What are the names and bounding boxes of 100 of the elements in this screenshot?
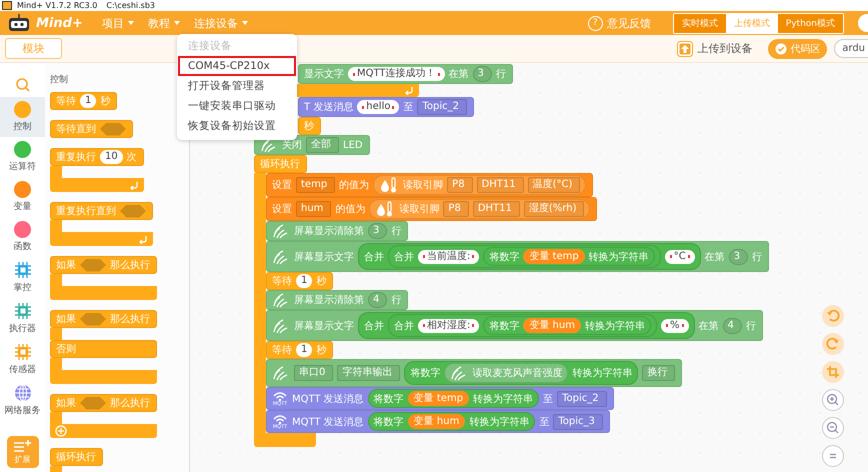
condition-slot[interactable]: [80, 312, 106, 326]
dropdown[interactable]: P8: [443, 201, 469, 217]
code-block[interactable]: 循环执行: [50, 448, 103, 466]
dropdown[interactable]: DHT11: [476, 177, 524, 193]
dropdown[interactable]: hum: [296, 201, 332, 217]
dropdown[interactable]: P8: [447, 177, 473, 193]
menu-item[interactable]: 打开设备管理器: [178, 76, 296, 96]
text-input[interactable]: 相对湿度:: [418, 318, 480, 332]
dropdown[interactable]: 字符串输出: [337, 365, 400, 381]
blocks-tab[interactable]: 模块: [5, 38, 62, 59]
category-button[interactable]: 网络服务: [0, 380, 45, 421]
code-block[interactable]: 关闭 全部 LED: [254, 135, 370, 155]
condition-slot[interactable]: [120, 204, 146, 218]
category-button[interactable]: 掌控: [0, 257, 45, 298]
dropdown[interactable]: 串口0: [294, 365, 334, 381]
category-button[interactable]: 传感器: [0, 339, 45, 380]
reporter-block[interactable]: 合并 合并 当前温度: 将数字 变量 temp 转换为字符串 °C: [358, 243, 701, 270]
reporter-block[interactable]: 将数字 变量 temp 转换为字符串: [368, 389, 540, 408]
dropdown[interactable]: 温度(°C): [528, 177, 580, 193]
text-input[interactable]: %: [660, 318, 688, 332]
text-input[interactable]: MQTT连接成功！: [348, 67, 445, 81]
dropdown[interactable]: Topic_2: [417, 99, 467, 115]
dropdown[interactable]: DHT11: [472, 201, 520, 217]
code-block[interactable]: 屏幕显示文字 合并 合并 当前温度: 将数字 变量 temp 转换为字符串 °C 在第 3 行: [266, 241, 770, 272]
dropdown[interactable]: 4: [368, 292, 388, 308]
dropdown[interactable]: 4: [722, 318, 742, 334]
code-block[interactable]: 如果 那么执行: [50, 256, 157, 274]
mode-tab[interactable]: 实时模式: [674, 14, 726, 32]
reporter-block[interactable]: 将数字 读取麦克风声音强度 转换为字符串: [404, 361, 638, 385]
category-button[interactable]: 运算符: [0, 137, 45, 177]
crop-icon[interactable]: [822, 361, 844, 383]
upload-button[interactable]: 上传到设备: [677, 40, 752, 56]
code-block[interactable]: 等待 1 秒: [50, 92, 118, 110]
dropdown[interactable]: 全部: [306, 137, 339, 153]
dropdown[interactable]: Topic_3: [553, 414, 603, 430]
text-input[interactable]: hello: [357, 100, 400, 114]
reporter-block[interactable]: 读取引脚 P8 DHT11 湿度(%rh): [369, 199, 590, 219]
variable-reporter[interactable]: 变量 hum: [408, 414, 466, 429]
menu-item[interactable]: 一键安装串口驱动: [178, 96, 296, 116]
code-block[interactable]: 串口0 字符串输出 将数字 读取麦克风声音强度 转换为字符串 换行: [266, 359, 682, 387]
reporter-block[interactable]: 读取麦克风声音强度: [444, 363, 568, 383]
dropdown[interactable]: 3: [728, 248, 748, 264]
category-button[interactable]: 变量: [0, 177, 45, 217]
condition-slot[interactable]: [80, 258, 106, 272]
zoom-in-icon[interactable]: [822, 389, 844, 411]
code-block[interactable]: 如果 那么执行: [50, 394, 157, 412]
dropdown[interactable]: temp: [296, 177, 336, 193]
code-block[interactable]: 等待 1 秒: [266, 341, 334, 359]
extension-button[interactable]: 扩展: [6, 436, 38, 468]
reporter-block[interactable]: 合并 当前温度: 将数字 变量 temp 转换为字符串: [388, 245, 661, 268]
dropdown[interactable]: 3: [368, 223, 388, 239]
reporter-block[interactable]: 读取引脚 P8 DHT11 温度(°C): [373, 175, 586, 195]
code-block[interactable]: 设置 temp 的值为 读取引脚 P8 DHT11 温度(°C): [266, 173, 594, 197]
number-input[interactable]: 1: [296, 274, 312, 288]
code-block[interactable]: 屏幕显示清除第 4 行: [266, 290, 408, 310]
dropdown[interactable]: Topic_2: [557, 390, 607, 406]
menu-button[interactable]: 项目: [96, 16, 139, 30]
variable-reporter[interactable]: 变量 temp: [523, 249, 585, 264]
code-block[interactable]: 如果 那么执行: [50, 310, 157, 328]
number-input[interactable]: 1: [80, 94, 96, 108]
dropdown[interactable]: 湿度(%rh): [524, 201, 584, 217]
code-block[interactable]: 循环执行: [254, 155, 307, 173]
mode-tab[interactable]: 上传模式: [726, 14, 778, 32]
reporter-block[interactable]: 合并 合并 相对湿度: 将数字 变量 hum 转换为字符串 %: [358, 312, 694, 339]
code-block[interactable]: T 发送消息 hello 至 Topic_2: [298, 97, 474, 117]
reporter-block[interactable]: 将数字 变量 hum 转换为字符串: [368, 412, 536, 431]
feedback-button[interactable]: ? 意见反馈: [582, 14, 657, 32]
number-input[interactable]: 10: [100, 150, 123, 164]
category-button[interactable]: 函数: [0, 217, 45, 257]
menu-item[interactable]: COM45-CP210x: [178, 56, 296, 76]
dropdown[interactable]: 换行: [642, 365, 676, 381]
condition-slot[interactable]: [100, 122, 126, 136]
redo-icon[interactable]: [822, 333, 844, 355]
undo-icon[interactable]: [822, 305, 844, 327]
code-block[interactable]: 屏幕显示清除第 3 行: [266, 221, 408, 241]
code-block[interactable]: 秒: [298, 117, 321, 135]
reporter-block[interactable]: 将数字 变量 temp 转换为字符串: [483, 247, 655, 266]
code-block[interactable]: 屏幕显示文字 合并 合并 相对湿度: 将数字 变量 hum 转换为字符串 % 在第 4 行: [266, 310, 763, 341]
mode-tab[interactable]: Python模式: [778, 14, 843, 32]
code-block[interactable]: 显示文字 MQTT连接成功！ 在第 3 行: [298, 64, 513, 84]
search-icon[interactable]: [14, 77, 30, 93]
menu-button[interactable]: 连接设备: [188, 16, 253, 30]
code-area-button[interactable]: 代码区: [768, 38, 828, 58]
dropdown[interactable]: 3: [472, 66, 492, 82]
number-input[interactable]: 1: [296, 343, 312, 357]
condition-slot[interactable]: [80, 396, 106, 410]
text-input[interactable]: °C: [664, 250, 695, 264]
code-block[interactable]: 等待直到: [50, 120, 133, 138]
category-button[interactable]: 执行器: [0, 298, 45, 339]
variable-reporter[interactable]: 变量 temp: [408, 391, 470, 406]
board-dropdown[interactable]: ardu: [834, 39, 868, 58]
code-block[interactable]: 重复执行 10 次: [50, 148, 144, 166]
code-block[interactable]: 重复执行直到: [50, 202, 153, 220]
code-block[interactable]: 否则: [50, 340, 157, 358]
menu-button[interactable]: 教程: [142, 16, 185, 30]
reset-zoom-icon[interactable]: [822, 445, 844, 467]
code-block[interactable]: 设置 hum 的值为 读取引脚 P8 DHT11 湿度(%rh): [266, 197, 598, 221]
text-input[interactable]: 当前温度:: [418, 250, 480, 264]
menu-item[interactable]: 恢复设备初始设置: [178, 116, 296, 136]
category-button[interactable]: 控制: [0, 97, 45, 137]
